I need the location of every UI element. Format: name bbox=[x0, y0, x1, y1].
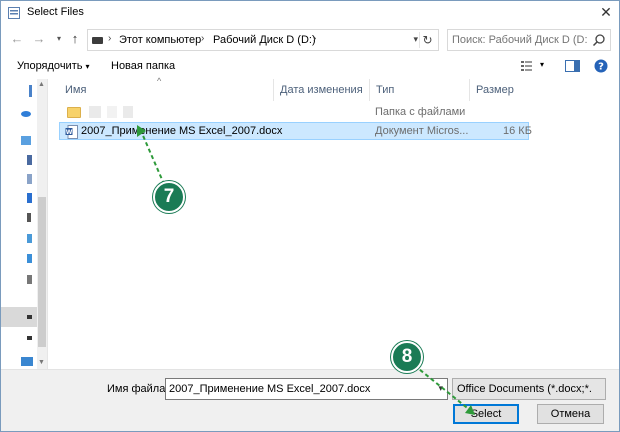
file-type-filter-value: Office Documents (*.docx;*.doc bbox=[457, 383, 591, 395]
column-header-size[interactable]: Размер bbox=[470, 79, 529, 101]
back-arrow-icon[interactable]: ← bbox=[9, 31, 25, 47]
chevron-down-icon: ▾ bbox=[85, 62, 90, 71]
file-list[interactable]: ^ Имя Дата изменения Тип Размер Папка с … bbox=[49, 76, 617, 369]
search-box[interactable] bbox=[447, 29, 611, 51]
address-dropdown-icon[interactable]: ▾ bbox=[413, 34, 418, 45]
search-input[interactable] bbox=[452, 33, 587, 47]
drive-icon bbox=[92, 37, 103, 44]
chevron-down-icon[interactable]: ▾ bbox=[51, 31, 67, 47]
breadcrumb-separator-icon[interactable]: › bbox=[313, 33, 316, 44]
pictures-icon[interactable] bbox=[27, 254, 32, 263]
app-icon bbox=[8, 7, 20, 19]
refresh-icon[interactable]: ↻ bbox=[419, 32, 435, 48]
file-type: Папка с файлами bbox=[375, 106, 466, 118]
organize-label: Упорядочить bbox=[17, 60, 83, 72]
blurred-name bbox=[107, 106, 117, 118]
search-icon[interactable] bbox=[592, 33, 606, 47]
breadcrumb-separator-icon[interactable]: › bbox=[201, 33, 204, 44]
word-document-icon: W bbox=[65, 125, 78, 139]
new-folder-button[interactable]: Новая папка bbox=[111, 60, 175, 72]
filename-label: Имя файла: bbox=[107, 383, 169, 395]
address-bar[interactable]: › Этот компьютер › Рабочий Диск D (D:) ›… bbox=[87, 29, 439, 51]
this-pc-icon[interactable] bbox=[21, 136, 31, 145]
local-disk-icon[interactable] bbox=[27, 275, 32, 284]
downloads-icon[interactable] bbox=[27, 193, 32, 203]
svg-text:W: W bbox=[66, 129, 73, 136]
filename-combobox[interactable]: ▾ bbox=[165, 378, 448, 400]
chevron-down-icon[interactable]: ▾ bbox=[438, 383, 443, 394]
preview-pane-icon[interactable] bbox=[565, 59, 580, 73]
dialog-footer: Имя файла: ▾ Office Documents (*.docx;*.… bbox=[1, 369, 619, 431]
desktop-icon[interactable] bbox=[27, 234, 32, 243]
drive-icon[interactable] bbox=[27, 336, 32, 340]
folder-icon bbox=[67, 107, 81, 118]
callout-badge-7: 7 bbox=[153, 181, 185, 213]
cancel-button[interactable]: Отмена bbox=[537, 404, 604, 424]
onedrive-icon[interactable] bbox=[21, 111, 31, 117]
videos-icon[interactable] bbox=[27, 155, 32, 165]
file-name: 2007_Применение MS Excel_2007.docx bbox=[81, 125, 283, 137]
blurred-name bbox=[89, 106, 101, 118]
navigation-pane[interactable]: ▲ ▼ bbox=[1, 79, 48, 369]
help-icon[interactable]: ? bbox=[594, 59, 608, 73]
drive-d-icon bbox=[27, 315, 32, 319]
file-row-docx[interactable]: W 2007_Применение MS Excel_2007.docx Док… bbox=[59, 122, 532, 140]
svg-text:?: ? bbox=[598, 62, 604, 73]
close-icon[interactable]: ✕ bbox=[597, 3, 615, 21]
scroll-down-icon[interactable]: ▼ bbox=[38, 359, 45, 366]
quick-access-icon[interactable] bbox=[29, 85, 32, 97]
select-files-dialog: Select Files ✕ ← → ▾ ↑ › Этот компьютер … bbox=[0, 0, 620, 432]
file-row-folder[interactable]: Папка с файлами bbox=[59, 104, 529, 122]
view-dropdown-icon[interactable]: ▾ bbox=[540, 60, 544, 69]
navigation-bar: ← → ▾ ↑ › Этот компьютер › Рабочий Диск … bbox=[1, 27, 619, 53]
forward-arrow-icon[interactable]: → bbox=[31, 31, 47, 47]
command-toolbar: Упорядочить ▾ Новая папка ▾ ? bbox=[1, 55, 619, 79]
file-size: 16 КБ bbox=[503, 125, 532, 137]
callout-badge-8: 8 bbox=[391, 341, 423, 373]
navigation-scrollbar-thumb[interactable] bbox=[38, 197, 46, 347]
window-title: Select Files bbox=[27, 6, 84, 18]
filename-input[interactable] bbox=[169, 382, 431, 396]
blurred-name bbox=[123, 106, 133, 118]
select-button[interactable]: Select bbox=[453, 404, 519, 424]
breadcrumb-drive-d[interactable]: Рабочий Диск D (D:) bbox=[213, 34, 316, 46]
file-type-filter[interactable]: Office Documents (*.docx;*.doc bbox=[452, 378, 606, 400]
view-options-icon[interactable] bbox=[520, 59, 534, 73]
column-header-date[interactable]: Дата изменения bbox=[274, 79, 370, 101]
breadcrumb-this-pc[interactable]: Этот компьютер bbox=[119, 34, 201, 46]
column-header-type[interactable]: Тип bbox=[370, 79, 470, 101]
file-type: Документ Micros... bbox=[375, 125, 469, 137]
scroll-up-icon[interactable]: ▲ bbox=[38, 81, 45, 88]
up-arrow-icon[interactable]: ↑ bbox=[67, 31, 83, 47]
music-icon[interactable] bbox=[27, 213, 31, 222]
documents-icon[interactable] bbox=[27, 174, 32, 184]
title-bar: Select Files ✕ bbox=[1, 1, 619, 25]
column-header-name[interactable]: Имя bbox=[59, 79, 274, 101]
breadcrumb-separator-icon[interactable]: › bbox=[108, 33, 111, 44]
network-icon[interactable] bbox=[21, 357, 33, 366]
organize-button[interactable]: Упорядочить ▾ bbox=[17, 60, 90, 72]
